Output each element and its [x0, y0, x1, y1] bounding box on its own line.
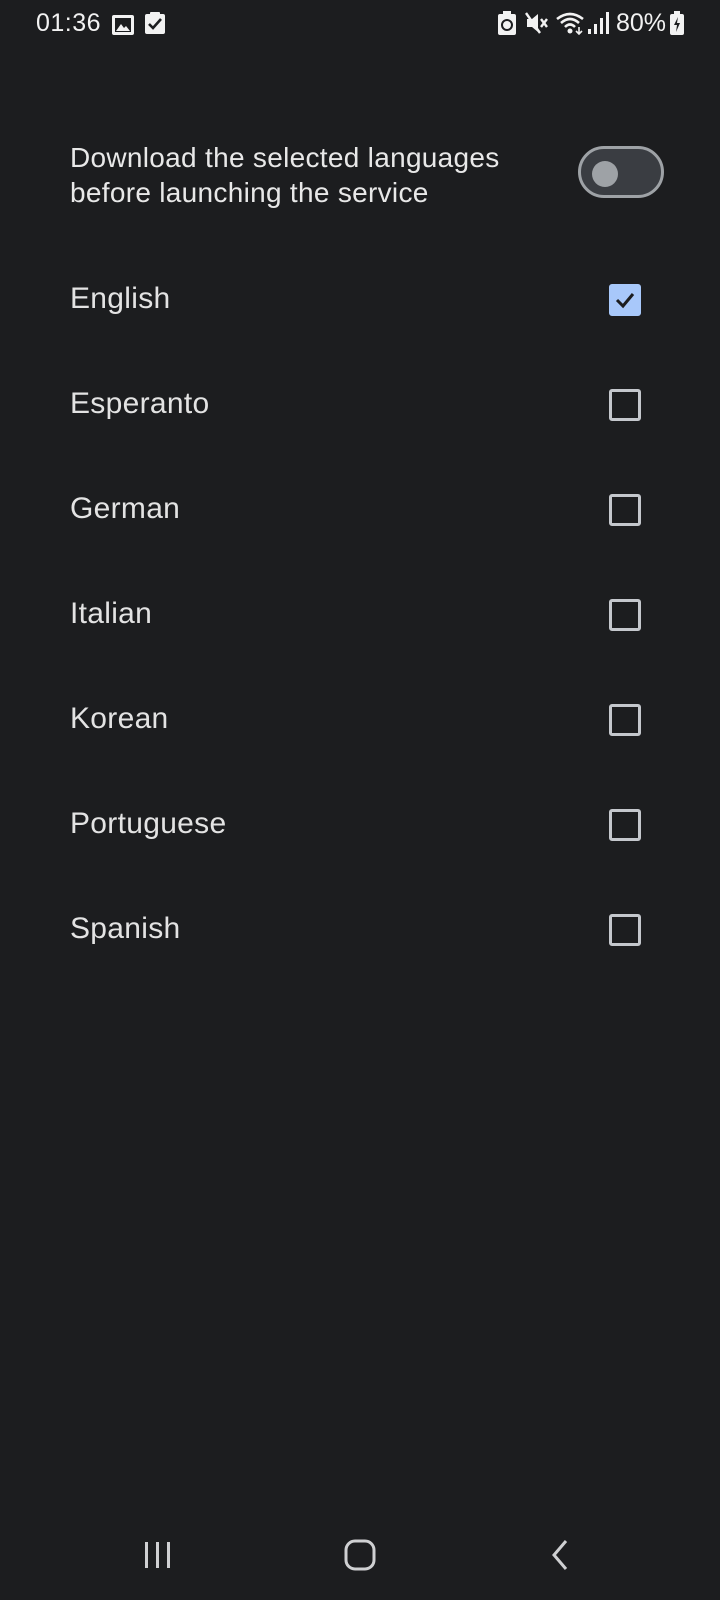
- language-item-portuguese[interactable]: Portuguese: [0, 779, 720, 884]
- language-label: Esperanto: [70, 387, 210, 420]
- language-item-esperanto[interactable]: Esperanto: [0, 359, 720, 464]
- back-icon: [552, 1540, 568, 1570]
- checkmark-icon: [615, 293, 635, 309]
- language-list: English Esperanto German Italian Korean …: [0, 254, 720, 989]
- status-bar: 01:36 80%: [0, 0, 720, 48]
- status-time: 01:36: [36, 9, 102, 37]
- battery-percent: 80%: [616, 9, 667, 37]
- download-languages-label: Download the selected languages before l…: [70, 142, 500, 208]
- language-item-spanish[interactable]: Spanish: [0, 884, 720, 989]
- recents-icon: [145, 1542, 170, 1568]
- language-item-german[interactable]: German: [0, 464, 720, 569]
- language-label: German: [70, 492, 181, 525]
- download-languages-toggle[interactable]: [578, 146, 664, 198]
- english-checkbox[interactable]: [609, 284, 641, 316]
- signal-icon: [588, 12, 610, 41]
- language-label: Spanish: [70, 912, 181, 945]
- language-label: Korean: [70, 702, 169, 735]
- gallery-icon: [112, 13, 134, 42]
- recents-button[interactable]: [128, 1530, 188, 1580]
- download-languages-setting[interactable]: Download the selected languages before l…: [70, 140, 670, 210]
- language-item-english[interactable]: English: [0, 254, 720, 359]
- language-label: Portuguese: [70, 807, 227, 840]
- check-notification-icon: [145, 12, 165, 41]
- esperanto-checkbox[interactable]: [609, 389, 641, 421]
- spanish-checkbox[interactable]: [609, 914, 641, 946]
- home-icon: [344, 1539, 376, 1571]
- home-button[interactable]: [330, 1530, 390, 1580]
- language-item-italian[interactable]: Italian: [0, 569, 720, 674]
- navigation-bar: [0, 1510, 720, 1600]
- wifi-icon: [555, 11, 585, 42]
- toggle-thumb: [592, 161, 618, 187]
- german-checkbox[interactable]: [609, 494, 641, 526]
- italian-checkbox[interactable]: [609, 599, 641, 631]
- language-label: Italian: [70, 597, 153, 630]
- korean-checkbox[interactable]: [609, 704, 641, 736]
- battery-charging-icon: [670, 11, 684, 42]
- language-item-korean[interactable]: Korean: [0, 674, 720, 779]
- mute-icon: [525, 11, 549, 42]
- back-button[interactable]: [532, 1530, 592, 1580]
- battery-saver-icon: [498, 11, 516, 42]
- portuguese-checkbox[interactable]: [609, 809, 641, 841]
- language-label: English: [70, 282, 171, 315]
